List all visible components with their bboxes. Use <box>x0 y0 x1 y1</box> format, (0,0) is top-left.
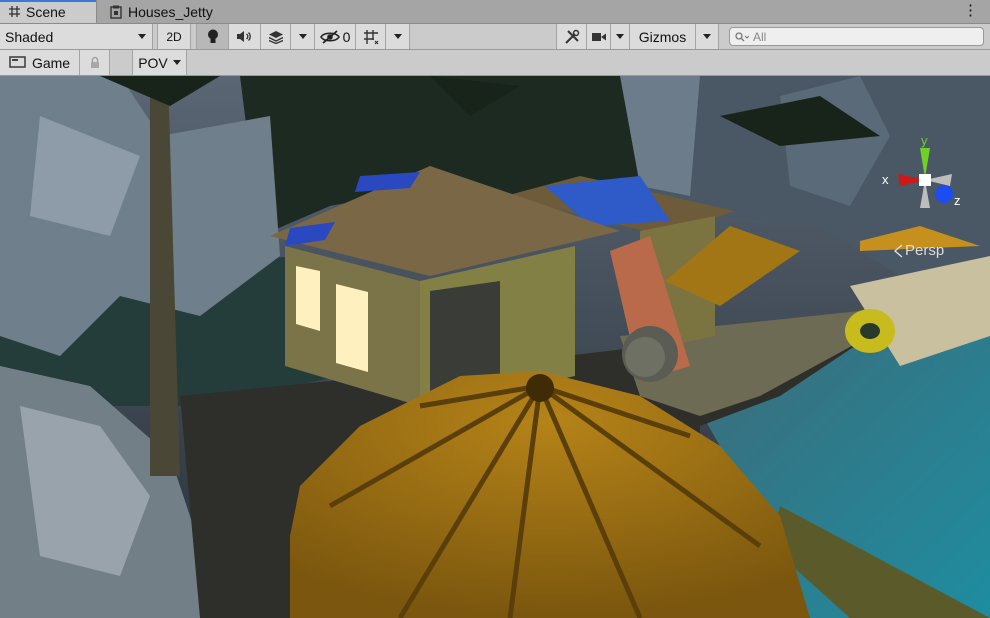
tab-label: Scene <box>26 3 66 20</box>
life-ring-hole <box>860 323 880 339</box>
orientation-gizmo[interactable]: y x z <box>870 136 980 226</box>
projection-label: Persp <box>905 242 945 259</box>
grid-snap-button[interactable] <box>356 24 386 49</box>
lightbulb-icon <box>207 29 218 43</box>
tab-label: Houses_Jetty <box>128 3 213 20</box>
camera-toolbar: Game POV <box>0 50 990 76</box>
window-lit-2 <box>336 284 368 372</box>
gizmo-x-label: x <box>882 172 889 187</box>
game-label: Game <box>31 54 71 71</box>
chevron-down-icon <box>172 60 181 65</box>
effects-toggle-button[interactable] <box>261 24 291 49</box>
chevron-down-icon <box>616 34 624 39</box>
effects-dropdown[interactable] <box>291 24 315 49</box>
chevron-left-icon <box>893 243 903 258</box>
draw-mode-label: Shaded <box>5 28 54 45</box>
scene-render <box>0 76 990 618</box>
window-lit-1 <box>296 266 320 331</box>
game-view-button[interactable]: Game <box>0 50 80 75</box>
projection-toggle[interactable]: Persp <box>893 242 944 259</box>
gizmos-button[interactable]: Gizmos <box>630 24 696 49</box>
gizmo-y-arrow[interactable] <box>920 148 930 178</box>
tab-scene[interactable]: Scene <box>0 0 97 23</box>
scene-viewport[interactable]: y x z Persp <box>0 76 990 618</box>
gizmo-y-label: y <box>921 136 928 148</box>
gizmo-z-label: z <box>954 193 961 208</box>
lock-icon <box>90 56 99 68</box>
tools-button[interactable] <box>556 24 587 49</box>
2d-label: 2D <box>166 29 182 44</box>
active-tab-indicator <box>0 0 96 2</box>
pov-dropdown[interactable]: POV <box>132 50 187 75</box>
lock-button[interactable] <box>80 50 110 75</box>
chevron-down-icon <box>138 34 146 39</box>
search-placeholder: All <box>753 29 767 44</box>
draw-mode-dropdown[interactable]: Shaded <box>0 24 153 49</box>
scene-toolbar: Shaded 2D 0 Gizmos All <box>0 24 990 50</box>
gizmos-dropdown[interactable] <box>696 24 719 49</box>
layers-icon <box>268 30 283 44</box>
chevron-down-icon <box>393 34 402 39</box>
gizmos-label: Gizmos <box>638 28 687 45</box>
game-view-icon <box>9 56 26 68</box>
more-options-icon[interactable]: ⋮ <box>963 3 978 18</box>
camera-icon <box>591 32 606 41</box>
grid-icon <box>9 6 20 17</box>
pipe-inner <box>625 337 665 377</box>
tools-icon <box>564 29 579 44</box>
scene-file-icon <box>110 5 122 19</box>
lighting-toggle-button[interactable] <box>196 24 229 49</box>
chevron-down-icon <box>703 34 711 39</box>
speaker-icon <box>237 31 251 42</box>
search-icon <box>735 31 749 41</box>
audio-toggle-button[interactable] <box>229 24 261 49</box>
eye-hidden-icon <box>319 29 340 44</box>
gizmo-center-cube[interactable] <box>919 174 931 186</box>
tab-houses-jetty[interactable]: Houses_Jetty <box>101 0 241 23</box>
camera-button[interactable] <box>587 24 611 49</box>
grid-snap-icon <box>363 29 378 44</box>
hidden-count: 0 <box>342 28 351 45</box>
2d-toggle-button[interactable]: 2D <box>157 24 191 49</box>
scene-visibility-button[interactable]: 0 <box>315 24 356 49</box>
grid-snap-dropdown[interactable] <box>386 24 410 49</box>
camera-dropdown[interactable] <box>611 24 630 49</box>
pov-label: POV <box>138 54 168 71</box>
umbrella-top <box>526 374 554 402</box>
chevron-down-icon <box>298 34 307 39</box>
tab-bar: Scene Houses_Jetty ⋮ <box>0 0 990 24</box>
search-input[interactable]: All <box>729 27 984 46</box>
gizmo-z-arrow[interactable] <box>935 185 953 203</box>
